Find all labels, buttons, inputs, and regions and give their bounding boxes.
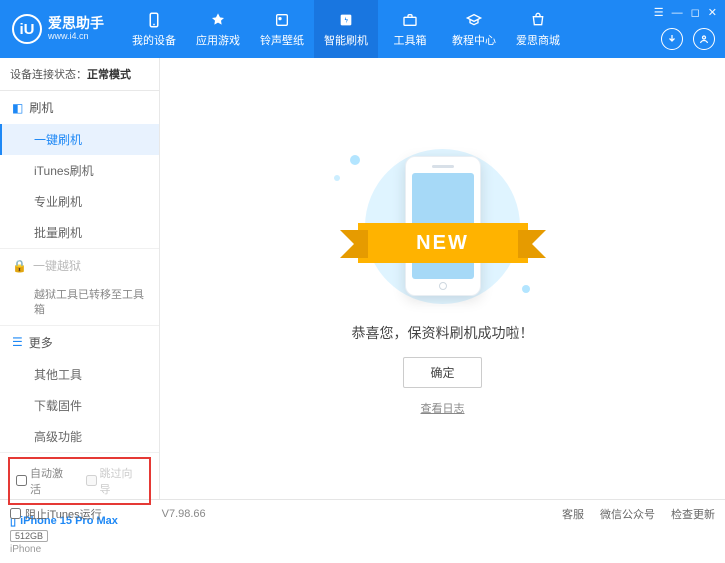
- title-bar: iU 爱思助手 www.i4.cn 我的设备 应用游戏 铃声壁纸 智能刷机 工具…: [0, 0, 725, 58]
- sidebar-item-advanced[interactable]: 高级功能: [0, 421, 159, 452]
- app-site: www.i4.cn: [48, 32, 104, 42]
- tutorial-icon: [465, 11, 483, 29]
- nav-my-device[interactable]: 我的设备: [122, 0, 186, 58]
- download-button[interactable]: [661, 28, 683, 50]
- nav-tutorials[interactable]: 教程中心: [442, 0, 506, 58]
- view-log-link[interactable]: 查看日志: [421, 400, 465, 416]
- footer-support[interactable]: 客服: [562, 506, 584, 522]
- top-nav: 我的设备 应用游戏 铃声壁纸 智能刷机 工具箱 教程中心 爱思商城: [122, 0, 570, 58]
- more-icon: ☰: [12, 335, 23, 349]
- nav-flash[interactable]: 智能刷机: [314, 0, 378, 58]
- jailbreak-info: 越狱工具已转移至工具箱: [0, 282, 159, 325]
- nav-apps[interactable]: 应用游戏: [186, 0, 250, 58]
- maximize-button[interactable]: ◻: [691, 6, 700, 19]
- confirm-button[interactable]: 确定: [403, 357, 481, 388]
- device-storage: 512GB: [10, 530, 48, 542]
- window-controls: ☰ — ◻ ✕: [654, 6, 717, 19]
- store-icon: [529, 11, 547, 29]
- success-message: 恭喜您，保资料刷机成功啦！: [352, 323, 534, 343]
- nav-wallpaper[interactable]: 铃声壁纸: [250, 0, 314, 58]
- version-label: V7.98.66: [162, 508, 206, 520]
- footer-update[interactable]: 检查更新: [671, 506, 715, 522]
- skip-guide-checkbox[interactable]: 跳过向导: [86, 465, 144, 497]
- connection-status: 设备连接状态：正常模式: [0, 58, 159, 91]
- block-itunes-checkbox[interactable]: 阻止iTunes运行: [10, 506, 102, 522]
- menu-icon[interactable]: ☰: [654, 6, 664, 19]
- toolbox-icon: [401, 11, 419, 29]
- section-jailbreak[interactable]: 🔒一键越狱: [0, 249, 159, 282]
- device-type: iPhone: [10, 544, 149, 555]
- user-button[interactable]: [693, 28, 715, 50]
- nav-toolbox[interactable]: 工具箱: [378, 0, 442, 58]
- sidebar-item-oneclick-flash[interactable]: 一键刷机: [0, 124, 159, 155]
- nav-store[interactable]: 爱思商城: [506, 0, 570, 58]
- sidebar: 设备连接状态：正常模式 ◧刷机 一键刷机 iTunes刷机 专业刷机 批量刷机 …: [0, 58, 160, 499]
- sidebar-item-itunes-flash[interactable]: iTunes刷机: [0, 155, 159, 186]
- success-illustration: NEW: [328, 141, 558, 311]
- wallpaper-icon: [273, 11, 291, 29]
- footer-wechat[interactable]: 微信公众号: [600, 506, 655, 522]
- sidebar-item-other-tools[interactable]: 其他工具: [0, 359, 159, 390]
- section-more[interactable]: ☰更多: [0, 326, 159, 359]
- sidebar-item-download-firmware[interactable]: 下载固件: [0, 390, 159, 421]
- main-content: NEW 恭喜您，保资料刷机成功啦！ 确定 查看日志: [160, 58, 725, 499]
- section-flash[interactable]: ◧刷机: [0, 91, 159, 124]
- new-ribbon: NEW: [358, 223, 528, 263]
- app-name: 爱思助手: [48, 16, 104, 31]
- minimize-button[interactable]: —: [672, 7, 683, 19]
- flash-section-icon: ◧: [12, 101, 23, 115]
- device-icon: [145, 11, 163, 29]
- logo-icon: iU: [12, 14, 42, 44]
- lock-icon: 🔒: [12, 259, 27, 273]
- flash-icon: [337, 11, 355, 29]
- auto-activate-checkbox[interactable]: 自动激活: [16, 465, 74, 497]
- logo: iU 爱思助手 www.i4.cn: [12, 14, 104, 44]
- sidebar-item-batch-flash[interactable]: 批量刷机: [0, 217, 159, 248]
- sidebar-item-pro-flash[interactable]: 专业刷机: [0, 186, 159, 217]
- apps-icon: [209, 11, 227, 29]
- options-highlight: 自动激活 跳过向导: [8, 457, 151, 505]
- close-button[interactable]: ✕: [708, 6, 717, 19]
